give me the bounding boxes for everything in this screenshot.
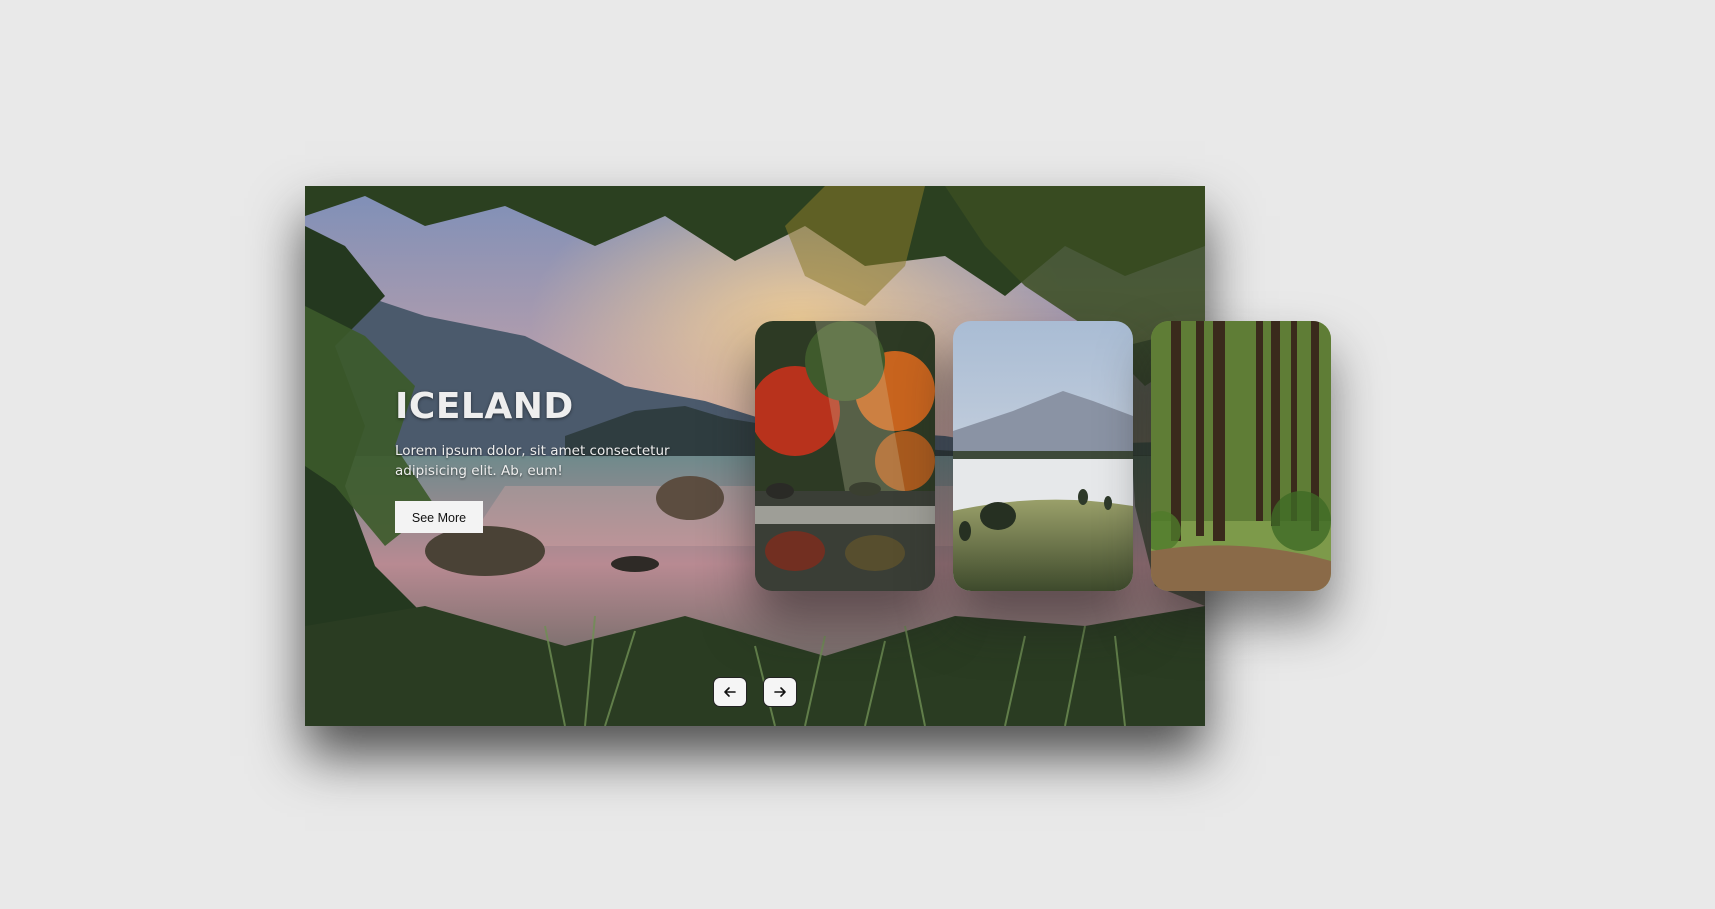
prev-button[interactable] — [713, 677, 747, 707]
arrow-right-icon — [774, 687, 786, 697]
forest-path-image — [1151, 321, 1331, 591]
see-more-button[interactable]: See More — [395, 501, 483, 533]
slide-title: ICELAND — [395, 386, 574, 427]
thumbnail-card-misty-valley[interactable] — [953, 321, 1133, 591]
thumbnail-card-autumn-river[interactable] — [755, 321, 935, 591]
slide-content: ICELAND Lorem ipsum dolor, sit amet cons… — [395, 386, 695, 533]
thumbnail-card-forest-path[interactable] — [1151, 321, 1331, 591]
slider-stage: ICELAND Lorem ipsum dolor, sit amet cons… — [0, 0, 1715, 909]
arrow-left-icon — [724, 687, 736, 697]
autumn-river-image — [755, 321, 935, 591]
next-button[interactable] — [763, 677, 797, 707]
misty-valley-image — [953, 321, 1133, 591]
slide-description: Lorem ipsum dolor, sit amet consectetur … — [395, 443, 670, 479]
